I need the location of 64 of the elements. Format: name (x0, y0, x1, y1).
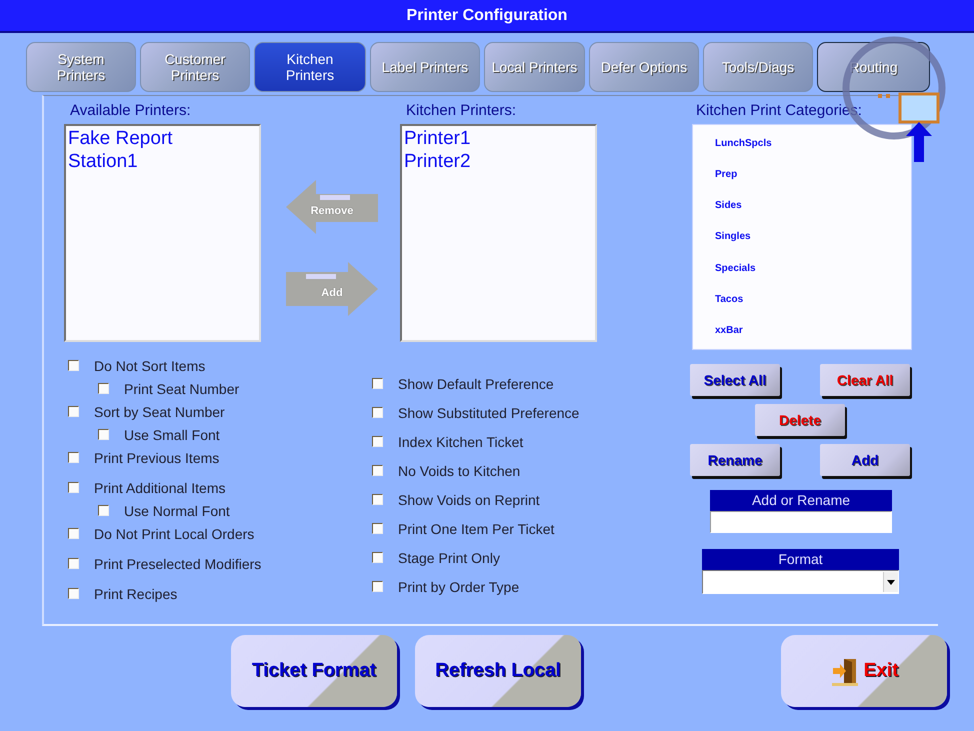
checkbox[interactable] (372, 523, 383, 534)
name-input-field[interactable] (710, 511, 892, 533)
checkbox[interactable] (68, 588, 79, 599)
field-label: Format (702, 549, 899, 570)
list-item[interactable]: Singles (715, 231, 911, 242)
action-button[interactable]: Refresh Local (415, 635, 581, 707)
window-title: Printer Configuration (406, 6, 568, 24)
list-item[interactable]: LunchSpcls (715, 138, 911, 150)
option-label: Show Default Preference (398, 376, 554, 392)
option-label: Sort by Seat Number (94, 404, 225, 420)
action-button[interactable]: Rename (690, 444, 780, 476)
checkbox[interactable] (98, 383, 109, 394)
checkbox[interactable] (68, 406, 79, 417)
action-button[interactable]: Ticket Format (231, 635, 397, 707)
option-label: Use Normal Font (124, 502, 230, 518)
option-label: Show Voids on Reprint (398, 492, 540, 508)
checkbox[interactable] (372, 465, 383, 476)
checkbox[interactable] (68, 482, 79, 493)
list-title: Kitchen Print Categories: (695, 102, 862, 121)
list-item[interactable]: Fake Report (68, 127, 257, 150)
field-label: Add or Rename (710, 490, 892, 511)
dropdown-caret-icon (887, 580, 895, 584)
checkbox[interactable] (372, 407, 383, 418)
list-item[interactable]: Sides (715, 200, 911, 212)
list-item[interactable]: Specials (715, 262, 911, 274)
checkbox[interactable] (372, 581, 383, 592)
list-item[interactable]: Tacos (715, 294, 911, 305)
checkbox[interactable] (68, 452, 79, 463)
option-label: Print One Item Per Ticket (398, 520, 554, 536)
list-item[interactable]: xxBar (715, 324, 911, 336)
option-label: Print Preselected Modifiers (94, 556, 262, 572)
checkbox[interactable] (98, 505, 109, 516)
checkbox[interactable] (372, 436, 383, 447)
list-item[interactable]: Printer2 (404, 150, 593, 173)
checkbox[interactable] (372, 494, 383, 505)
option-label: Print Recipes (94, 586, 178, 602)
tab[interactable]: Kitchen Printers (254, 42, 366, 92)
monitor-arrow-icon (876, 92, 940, 164)
option-label: Show Substituted Preference (398, 404, 580, 420)
option-label: Index Kitchen Ticket (398, 434, 524, 450)
option-label: Print Additional Items (94, 480, 226, 496)
list-title: Kitchen Printers: (405, 102, 518, 121)
format-dropdown[interactable] (702, 570, 899, 594)
checkbox[interactable] (372, 378, 383, 389)
option-label: Do Not Sort Items (94, 358, 206, 374)
option-label: Print Seat Number (124, 380, 240, 396)
checkbox[interactable] (68, 360, 79, 371)
action-button[interactable]: Select All (690, 364, 780, 396)
option-label: Print by Order Type (398, 578, 520, 594)
option-label: Use Small Font (124, 426, 220, 442)
list-item[interactable]: Prep (715, 169, 911, 180)
list-item[interactable]: Station1 (68, 150, 257, 173)
option-label: Stage Print Only (398, 550, 500, 566)
action-button[interactable]: Add (820, 444, 910, 476)
list-title: Available Printers: (69, 102, 192, 121)
checkbox[interactable] (68, 558, 79, 569)
exit-door-icon (830, 656, 860, 686)
option-label: Do Not Print Local Orders (94, 526, 254, 542)
checkbox[interactable] (68, 528, 79, 539)
list-item[interactable]: Printer1 (404, 127, 593, 150)
checkbox[interactable] (98, 429, 109, 440)
checkbox[interactable] (372, 552, 383, 563)
option-label: No Voids to Kitchen (398, 462, 520, 478)
option-label: Print Previous Items (94, 450, 220, 466)
